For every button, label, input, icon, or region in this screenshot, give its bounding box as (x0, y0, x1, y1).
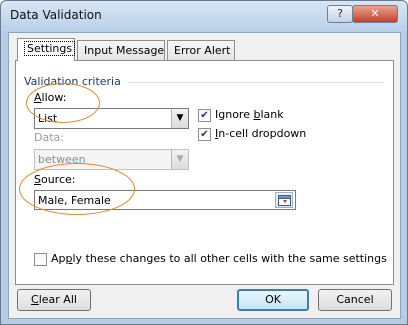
collapse-dialog-icon (278, 195, 291, 206)
cancel-button[interactable]: Cancel (318, 289, 392, 311)
dialog-body: Settings Input Message Error Alert Valid… (8, 32, 401, 319)
chevron-down-icon: ▼ (171, 150, 188, 169)
source-input[interactable]: Male, Female (34, 190, 296, 210)
group-divider (128, 82, 384, 83)
validation-criteria-heading: Validation criteria (24, 75, 121, 88)
source-label: Source: (34, 173, 76, 186)
tab-input-message[interactable]: Input Message (77, 40, 165, 61)
settings-panel: Validation criteria Allow: List ▼ ✔ Igno… (15, 60, 394, 285)
clear-all-button[interactable]: Clear All (17, 289, 91, 311)
apply-to-all-label: Apply these changes to all other cells w… (51, 252, 387, 265)
close-button[interactable]: ✕ (352, 5, 398, 23)
check-icon[interactable]: ✔ (198, 109, 211, 122)
in-cell-dropdown-label: In-cell dropdown (215, 127, 307, 140)
ok-button[interactable]: OK (237, 289, 309, 311)
tab-error-alert[interactable]: Error Alert (167, 40, 235, 61)
checkbox-box[interactable] (34, 253, 47, 266)
title-bar[interactable]: Data Validation ? ✕ (1, 1, 407, 31)
allow-label: Allow: (34, 91, 67, 104)
tab-settings-label: Settings (24, 41, 76, 56)
allow-value: List (38, 112, 58, 125)
ignore-blank-label: Ignore blank (215, 108, 284, 121)
range-select-button[interactable] (275, 192, 293, 208)
help-button[interactable]: ? (327, 5, 353, 23)
check-icon[interactable]: ✔ (198, 128, 211, 141)
data-label: Data: (34, 131, 64, 144)
data-dropdown: between ▼ (34, 149, 189, 170)
dialog-title: Data Validation (10, 8, 102, 22)
chevron-down-icon[interactable]: ▼ (171, 109, 188, 128)
data-validation-dialog: Data Validation ? ✕ Settings Input Messa… (0, 0, 408, 325)
data-value: between (38, 153, 86, 166)
tab-settings[interactable]: Settings (17, 38, 76, 61)
allow-dropdown[interactable]: List ▼ (34, 108, 189, 129)
source-value: Male, Female (38, 194, 111, 207)
